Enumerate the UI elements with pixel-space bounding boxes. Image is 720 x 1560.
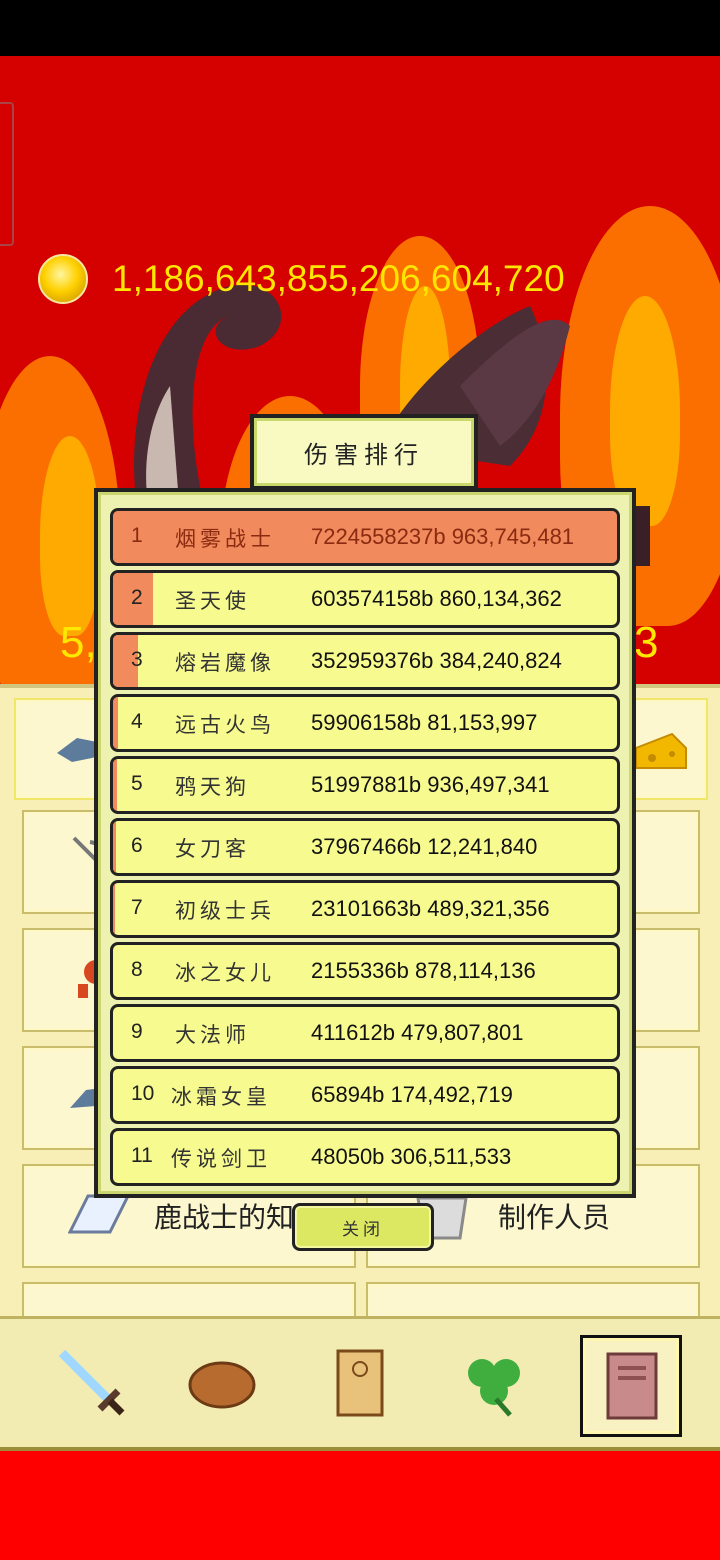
ranking-row: 5 鸦天狗 51997881b 936,497,341 [110, 756, 620, 814]
clover-icon [468, 1359, 520, 1417]
rank-number: 11 [131, 1144, 153, 1167]
sword-icon [58, 1349, 125, 1416]
ranking-row: 10 冰霜女皇 65894b 174,492,719 [110, 1066, 620, 1124]
close-button[interactable]: 关闭 [292, 1203, 434, 1251]
hero-name: 大法师 [175, 1023, 250, 1047]
rank-number: 2 [131, 586, 143, 609]
rank-number: 9 [131, 1020, 143, 1043]
damage-score: 51997881b 936,497,341 [311, 772, 550, 797]
damage-score: 23101663b 489,321,356 [311, 896, 550, 921]
ranking-row: 6 女刀客 37967466b 12,241,840 [110, 818, 620, 876]
damage-score: 2155336b 878,114,136 [311, 958, 536, 983]
nav-bread-button[interactable] [174, 1335, 270, 1431]
ranking-row: 4 远古火鸟 59906158b 81,153,997 [110, 694, 620, 752]
ranking-row: 9 大法师 411612b 479,807,801 [110, 1004, 620, 1062]
hero-name: 鸦天狗 [175, 775, 250, 799]
credits-menu-label: 制作人员 [498, 1201, 611, 1234]
hero-name: 女刀客 [175, 837, 250, 861]
damage-score: 603574158b 860,134,362 [311, 586, 562, 611]
ranking-row: 8 冰之女儿 2155336b 878,114,136 [110, 942, 620, 1000]
side-tab[interactable] [0, 102, 14, 246]
damage-ranking-modal: 1 烟雾战士 7224558237b 963,745,481 2 圣天使 60357415… [94, 488, 636, 1198]
rank-number: 8 [131, 958, 143, 981]
nav-book-button[interactable] [580, 1335, 682, 1437]
left-counter: 5, [60, 618, 97, 667]
damage-score: 65894b 174,492,719 [311, 1082, 513, 1107]
rank-number: 5 [131, 772, 143, 795]
cheese-icon [635, 732, 687, 769]
rank-number: 3 [131, 648, 143, 671]
ranking-row: 2 圣天使 603574158b 860,134,362 [110, 570, 620, 628]
rank-number: 10 [131, 1082, 155, 1105]
damage-share-bar [113, 821, 116, 873]
book-icon [606, 1352, 658, 1420]
hero-name: 传说剑卫 [171, 1147, 271, 1171]
coin-value: 1,186,643,855,206,604,720 [112, 258, 565, 299]
bread-icon [188, 1361, 256, 1409]
damage-score: 411612b 479,807,801 [311, 1020, 524, 1045]
rank-number: 4 [131, 710, 143, 733]
nav-sword-button[interactable] [44, 1335, 140, 1431]
ranking-row: 3 熔岩魔像 352959376b 384,240,824 [110, 632, 620, 690]
damage-score: 352959376b 384,240,824 [311, 648, 562, 673]
coin-icon [38, 254, 88, 304]
damage-score: 37967466b 12,241,840 [311, 834, 538, 859]
damage-share-bar [113, 697, 118, 749]
damage-score: 59906158b 81,153,997 [311, 710, 538, 735]
damage-share-bar [113, 883, 115, 935]
hero-name: 初级士兵 [175, 899, 275, 923]
hero-name: 熔岩魔像 [175, 651, 275, 675]
hero-name: 冰霜女皇 [171, 1085, 271, 1109]
rank-number: 6 [131, 834, 143, 857]
right-counter: 3 [634, 618, 659, 667]
ranking-row: 11 传说剑卫 48050b 306,511,533 [110, 1128, 620, 1186]
hero-name: 烟雾战士 [175, 527, 275, 551]
ranking-row: 1 烟雾战士 7224558237b 963,745,481 [110, 508, 620, 566]
damage-score: 7224558237b 963,745,481 [311, 524, 575, 549]
scroll-icon [336, 1349, 384, 1417]
rank-number: 1 [131, 524, 143, 547]
status-bar [0, 0, 720, 56]
hero-name: 冰之女儿 [175, 961, 275, 985]
ranking-row: 7 初级士兵 23101663b 489,321,356 [110, 880, 620, 938]
nav-clover-button[interactable] [446, 1335, 542, 1431]
nav-scroll-button[interactable] [312, 1335, 408, 1431]
coin-counter: 1,186,643,855,206,604,720 [38, 254, 565, 304]
damage-share-bar [113, 759, 117, 811]
ranking-title: 伤害排行 [250, 414, 478, 490]
rank-number: 7 [131, 896, 143, 919]
hero-name: 圣天使 [175, 589, 250, 613]
damage-score: 48050b 306,511,533 [311, 1144, 512, 1169]
hero-name: 远古火鸟 [175, 713, 275, 737]
bottom-navigation [0, 1316, 720, 1451]
